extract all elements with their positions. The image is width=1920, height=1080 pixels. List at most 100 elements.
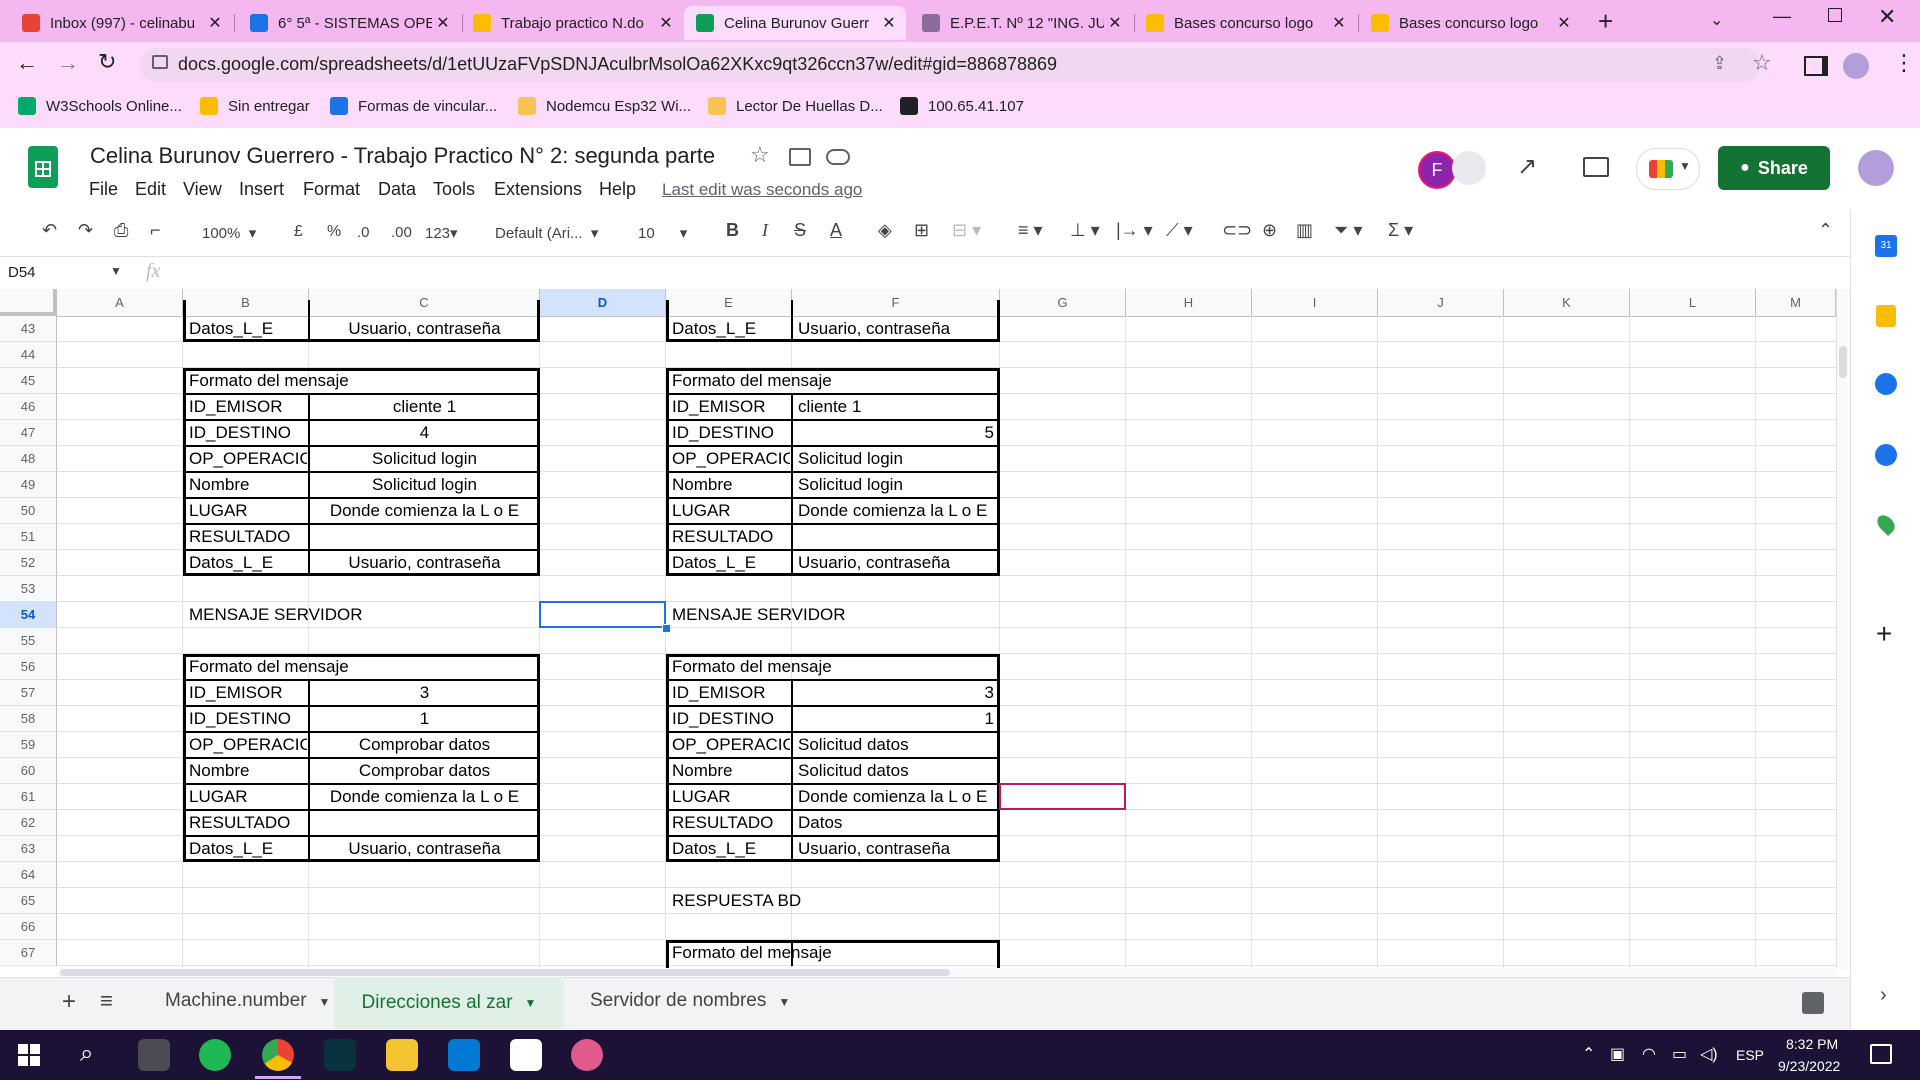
vertical-scroll-thumb[interactable] (1839, 346, 1847, 378)
name-box[interactable]: D54 (8, 264, 36, 281)
cell-E62[interactable]: RESULTADO (668, 810, 790, 836)
cell-F50[interactable]: Donde comienza la L o E (794, 498, 998, 524)
menu-insert[interactable]: Insert (239, 179, 284, 200)
cell-B60[interactable]: Nombre (185, 758, 307, 784)
row-header[interactable]: 47 (0, 420, 57, 446)
cell-F49[interactable]: Solicitud login (794, 472, 998, 498)
row-header[interactable]: 60 (0, 758, 57, 784)
currency-format[interactable]: £ (294, 223, 303, 241)
menu-view[interactable]: View (183, 179, 222, 200)
cell-F60[interactable]: Solicitud datos (794, 758, 998, 784)
cell-B49[interactable]: Nombre (185, 472, 307, 498)
cell-B54[interactable]: MENSAJE SERVIDOR (185, 602, 481, 628)
star-icon[interactable]: ☆ (750, 142, 770, 168)
cell-E43[interactable]: Datos_L_E (668, 316, 790, 342)
user-avatar[interactable]: F (1418, 151, 1456, 189)
row-header[interactable]: 52 (0, 550, 57, 576)
cell-B58[interactable]: ID_DESTINO (185, 706, 307, 732)
cell-F47[interactable]: 5 (794, 420, 998, 446)
insert-link-icon[interactable]: ⊂⊃ (1222, 220, 1252, 241)
collapse-toolbar-icon[interactable]: ⌃ (1818, 220, 1833, 241)
share-button[interactable]: ● Share (1718, 146, 1830, 190)
cell-B63[interactable]: Datos_L_E (185, 836, 307, 862)
chevron-down-icon[interactable]: ▼ (778, 995, 790, 1009)
cell-B45[interactable]: Formato del mensaje (185, 368, 481, 394)
tab-close-icon[interactable]: ✕ (204, 13, 226, 33)
vscode-icon[interactable] (448, 1039, 480, 1071)
keep-icon[interactable] (1876, 305, 1896, 327)
bookmark-star-icon[interactable]: ☆ (1752, 50, 1772, 76)
menu-edit[interactable]: Edit (135, 179, 166, 200)
browser-tab[interactable]: E.P.E.T. Nº 12 "ING. JU ✕ (910, 6, 1132, 40)
zoom-select[interactable]: 100% ▾ (202, 224, 256, 242)
row-header[interactable]: 62 (0, 810, 57, 836)
sheets-logo-icon[interactable] (28, 146, 58, 188)
fill-color-icon[interactable]: ◈ (878, 220, 892, 241)
tab-search-icon[interactable]: ⌄ (1710, 10, 1723, 30)
column-header[interactable]: G (1000, 289, 1126, 316)
row-header[interactable]: 55 (0, 628, 57, 654)
bookmark-item[interactable]: Formas de vincular... (330, 97, 497, 115)
minimize-icon[interactable]: — (1773, 6, 1791, 27)
cell-F59[interactable]: Solicitud datos (794, 732, 998, 758)
cell-E65[interactable]: RESPUESTA BD (668, 888, 964, 914)
tab-close-icon[interactable]: ✕ (1553, 13, 1575, 33)
cloud-status-icon[interactable] (826, 149, 850, 165)
app-hexagon-icon[interactable] (138, 1039, 170, 1071)
bookmark-item[interactable]: Lector De Huellas D... (708, 97, 883, 115)
column-header[interactable]: J (1378, 289, 1504, 316)
cell-C47[interactable]: 4 (311, 420, 538, 446)
row-header[interactable]: 49 (0, 472, 57, 498)
cell-C49[interactable]: Solicitud login (311, 472, 538, 498)
column-header[interactable]: M (1756, 289, 1836, 316)
cell-C58[interactable]: 1 (311, 706, 538, 732)
chrome-icon[interactable] (262, 1039, 294, 1071)
row-header[interactable]: 56 (0, 654, 57, 680)
fill-handle[interactable] (662, 624, 671, 633)
cell-E58[interactable]: ID_DESTINO (668, 706, 790, 732)
merge-cells-icon[interactable]: ⊟ ▾ (952, 220, 981, 241)
row-header[interactable]: 53 (0, 576, 57, 602)
row-header[interactable]: 58 (0, 706, 57, 732)
account-avatar[interactable] (1858, 150, 1894, 186)
cell-C52[interactable]: Usuario, contraseña (311, 550, 538, 576)
share-page-icon[interactable]: ⇪ (1712, 53, 1727, 74)
cell-B43[interactable]: Datos_L_E (185, 316, 307, 342)
text-color-icon[interactable]: A (830, 220, 842, 241)
row-header[interactable]: 45 (0, 368, 57, 394)
row-header[interactable]: 54 (0, 602, 57, 628)
row-header[interactable]: 64 (0, 862, 57, 888)
undo-icon[interactable]: ↶ (42, 220, 57, 241)
cell-F46[interactable]: cliente 1 (794, 394, 998, 420)
cell-E49[interactable]: Nombre (668, 472, 790, 498)
column-header[interactable]: D (540, 289, 666, 316)
cell-C48[interactable]: Solicitud login (311, 446, 538, 472)
cell-E59[interactable]: OP_OPERACIO (668, 732, 790, 758)
row-header[interactable]: 59 (0, 732, 57, 758)
tray-chevron-icon[interactable]: ⌃ (1582, 1044, 1595, 1064)
cell-B50[interactable]: LUGAR (185, 498, 307, 524)
row-header[interactable]: 51 (0, 524, 57, 550)
chevron-down-icon[interactable]: ▼ (525, 996, 537, 1010)
tab-close-icon[interactable]: ✕ (655, 13, 677, 33)
collaborator-chat-icon[interactable] (1452, 151, 1486, 185)
row-header[interactable]: 48 (0, 446, 57, 472)
sheet-tab[interactable]: Machine.number ▼ (165, 990, 330, 1012)
font-select[interactable]: Default (Ari... ▾ (495, 224, 598, 242)
bookmark-item[interactable]: Nodemcu Esp32 Wi... (518, 97, 691, 115)
cell-E46[interactable]: ID_EMISOR (668, 394, 790, 420)
cell-E51[interactable]: RESULTADO (668, 524, 790, 550)
tab-close-icon[interactable]: ✕ (878, 13, 900, 33)
new-tab-button[interactable]: + (1598, 6, 1613, 37)
menu-data[interactable]: Data (378, 179, 416, 200)
sheet-tab[interactable]: Direcciones al zar ▼ (334, 977, 564, 1029)
row-header[interactable]: 43 (0, 316, 57, 342)
cell-C50[interactable]: Donde comienza la L o E (311, 498, 538, 524)
browser-tab[interactable]: Inbox (997) - celinabu ✕ (10, 6, 232, 40)
cell-F48[interactable]: Solicitud login (794, 446, 998, 472)
contacts-icon[interactable] (1875, 444, 1897, 466)
wifi-icon[interactable]: ◠ (1642, 1044, 1656, 1064)
search-icon[interactable]: ⌕ (80, 1040, 93, 1068)
tray-display-icon[interactable]: ▣ (1610, 1044, 1625, 1064)
cell-E63[interactable]: Datos_L_E (668, 836, 790, 862)
